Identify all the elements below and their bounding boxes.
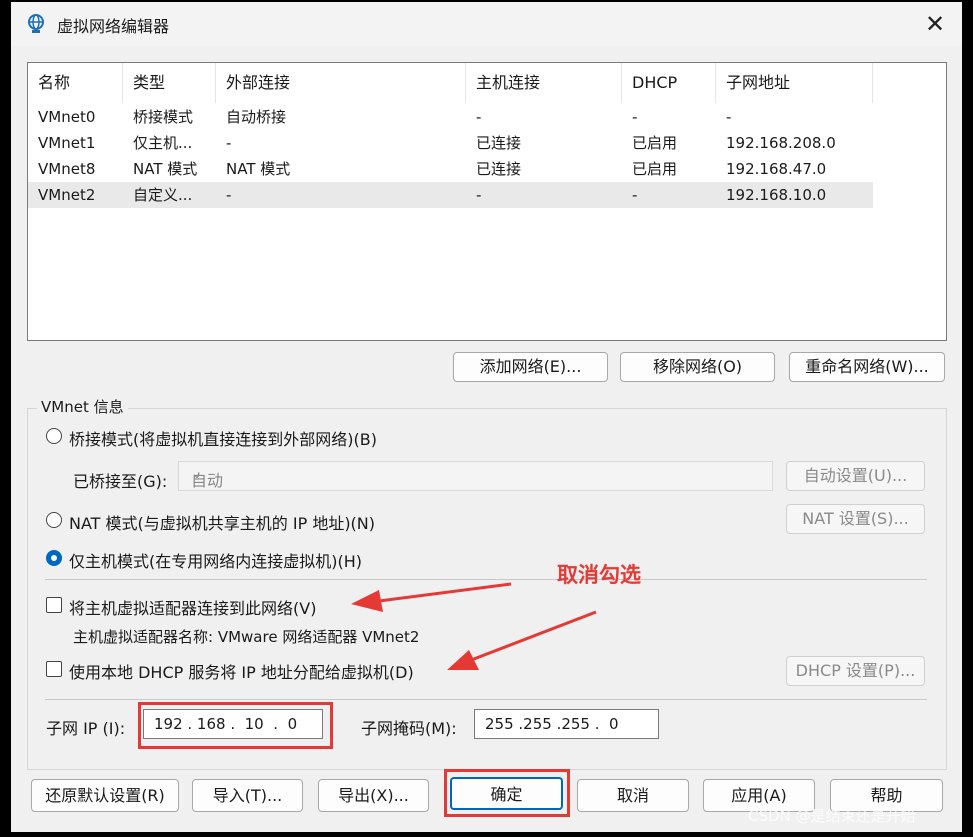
annotation-arrows <box>351 582 597 670</box>
annotation-text: 取消勾选 <box>557 563 641 587</box>
watermark: CSDN @是结束还是开始 <box>748 807 916 825</box>
annotation-arrow-line <box>465 610 597 664</box>
annotation-arrowhead <box>351 590 383 612</box>
virtual-network-editor-window: 虚拟网络编辑器 ✕ 名称 类型 外部连接 主机连接 DHCP 子网地址 VMne… <box>11 2 962 832</box>
annotation-arrow-line <box>370 582 512 604</box>
